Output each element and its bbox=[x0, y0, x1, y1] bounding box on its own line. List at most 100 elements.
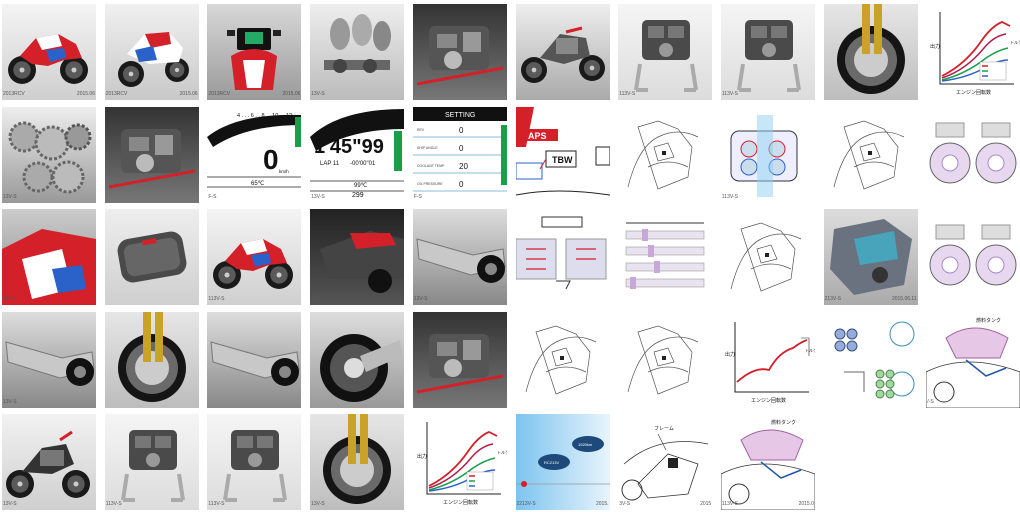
thumbnail-caption: 13V-S bbox=[414, 295, 506, 304]
thumbnail-blue-gradient[interactable]: 1920km RC213V 2213V-S 2015. bbox=[515, 414, 610, 510]
thumbnail-grid: 2013RCV 2015.06 2013RCV 2015.06 2013RCV 2015.… bbox=[0, 0, 1020, 512]
thumbnail-wheel-fork[interactable] bbox=[104, 311, 199, 408]
engine-rpm-label: エンジン回転数 bbox=[443, 499, 478, 506]
tank-label: 燃料タンク bbox=[976, 317, 1001, 324]
lap-time: 1'45"99 bbox=[314, 136, 384, 158]
blue-tag-2: RC213V bbox=[544, 460, 559, 465]
thumbnail-engine-blue[interactable]: 213V-S 2015.06.11 bbox=[823, 209, 918, 305]
caption-code: 13V-S bbox=[413, 296, 428, 302]
caption-date: 2015.06.11 bbox=[891, 296, 917, 302]
thumbnail-bike-side[interactable]: 2013RCV 2015.06 bbox=[2, 4, 96, 100]
thumbnail-bike-side[interactable]: 113V-S bbox=[207, 209, 302, 305]
thumbnail-image bbox=[515, 209, 610, 305]
thumbnail-swingarm[interactable]: 13V-S bbox=[2, 311, 96, 408]
thumbnail-image bbox=[618, 311, 713, 408]
thumbnail-line-sketch[interactable] bbox=[720, 209, 815, 305]
thumbnail-image bbox=[2, 4, 96, 100]
torque-label: トルク bbox=[1010, 39, 1020, 45]
thumbnail-bike-closeup[interactable]: 13V-S bbox=[2, 209, 96, 305]
thumbnail-image bbox=[823, 311, 918, 408]
thumbnail-bike-front3q[interactable]: 2013RCV 2015.06 bbox=[104, 4, 199, 100]
thumbnail-line-sketch[interactable] bbox=[515, 311, 610, 408]
thumbnail-engine-stand[interactable]: 113V-S bbox=[104, 414, 199, 510]
thumbnail-tank-diagram[interactable]: 燃料タンク 113V-S 2015.0 bbox=[720, 414, 815, 510]
frame-label: フレーム bbox=[654, 426, 674, 432]
thumbnail-clutch-diagram[interactable] bbox=[515, 209, 610, 305]
caption-date: 2015.06 bbox=[282, 91, 301, 97]
thumbnail-image bbox=[310, 414, 405, 510]
thumbnail-image bbox=[926, 106, 1020, 203]
thumbnail-caption: 113V-S 2015.0 bbox=[722, 500, 814, 509]
thumbnail-line-sketch[interactable] bbox=[618, 106, 713, 203]
thumbnail-caption: 13V-S bbox=[3, 500, 95, 509]
thumbnail-engine-stand[interactable]: 113V-S bbox=[618, 4, 713, 100]
thumbnail-bike-rear[interactable]: 2013RCV 2015.06 bbox=[207, 4, 302, 100]
caption-date: 2015.0 bbox=[798, 501, 814, 507]
thumbnail-image bbox=[618, 4, 713, 100]
thumbnail-gear-diagram[interactable] bbox=[926, 209, 1020, 305]
thumbnail-torque-chart[interactable]: エンジン回転数 出力 トルク bbox=[720, 311, 815, 408]
thumbnail-line-sketch[interactable] bbox=[823, 106, 918, 203]
thumbnail-gear-diagram[interactable] bbox=[926, 106, 1020, 203]
temp2-value: 99℃ bbox=[354, 183, 368, 189]
caption-code: 113V-S bbox=[105, 501, 122, 507]
thumbnail-engine-stand[interactable]: 113V-S bbox=[207, 414, 302, 510]
thumbnail-image bbox=[207, 414, 302, 510]
thumbnail-engine-dark[interactable] bbox=[412, 4, 507, 100]
thumbnail-image: 1920km RC213V bbox=[515, 414, 610, 510]
caption-code: 3V-S bbox=[619, 501, 631, 507]
thumbnail-swingarm[interactable] bbox=[207, 311, 302, 408]
thumbnail-image bbox=[104, 209, 199, 305]
thumbnail-caption: 2013RCV 2015.06 bbox=[3, 90, 95, 99]
thumbnail-image: エンジン回転数 出力 トルク bbox=[926, 4, 1020, 100]
thumbnail-engine-stand[interactable]: 113V-S bbox=[720, 4, 815, 100]
thumbnail-image bbox=[720, 106, 815, 203]
blue-tag-1: 1920km bbox=[578, 442, 593, 447]
thumbnail-circle-diagram[interactable] bbox=[823, 311, 918, 408]
thumbnail-engine-cut[interactable]: 13V-S bbox=[310, 4, 405, 100]
thumbnail-gear-table[interactable] bbox=[618, 209, 713, 305]
thumbnail-power-chart[interactable]: エンジン回転数 出力 トルク bbox=[412, 414, 507, 510]
engine-rpm-label: エンジン回転数 bbox=[751, 397, 786, 404]
thumbnail-engine-dark[interactable] bbox=[412, 311, 507, 408]
thumbnail-image bbox=[926, 209, 1020, 305]
thumbnail-dash-speed[interactable]: 4 . . . 6 . . 8 . . 10 . . 12 0 km/h 65℃… bbox=[207, 106, 302, 203]
tank-label: 燃料タンク bbox=[771, 419, 796, 426]
thumbnail-image bbox=[207, 4, 302, 100]
thumbnail-wheel-fork[interactable] bbox=[823, 4, 918, 100]
setting-row-value: 0 bbox=[459, 180, 464, 189]
caption-code: 13V-S bbox=[3, 193, 17, 200]
thumbnail-dash-lap[interactable]: 1'45"99 LAP 11 -00'00"01 99℃ 299 13V-S bbox=[310, 106, 405, 203]
thumbnail-bike-frame[interactable] bbox=[515, 4, 610, 100]
setting-title: SETTING bbox=[445, 112, 475, 119]
torque-label: トルク bbox=[805, 347, 815, 353]
thumbnail-image bbox=[104, 311, 199, 408]
thumbnail-line-sketch[interactable] bbox=[618, 311, 713, 408]
thumbnail-wheel-fork[interactable]: 13V-S bbox=[310, 414, 405, 510]
thumbnail-image bbox=[823, 209, 918, 305]
thumbnail-dash-setting[interactable]: SETTING REV 0 SHIP ANGLE 0 COOLANT TEMP 20 OIL … bbox=[412, 106, 507, 203]
thumbnail-swingarm[interactable]: 13V-S bbox=[412, 209, 507, 305]
thumbnail-image bbox=[515, 4, 610, 100]
thumbnail-power-chart[interactable]: エンジン回転数 出力 トルク bbox=[926, 4, 1020, 100]
thumbnail-key-fob[interactable] bbox=[104, 209, 199, 305]
caption-code: 113V-S bbox=[208, 296, 225, 302]
thumbnail-caption: 113V-S bbox=[619, 90, 711, 99]
thumbnail-frame-diagram[interactable]: フレーム 3V-S 2015 bbox=[618, 414, 713, 510]
thumbnail-caption: 13V-S bbox=[3, 295, 95, 304]
thumbnail-caption: 13V-S bbox=[311, 295, 403, 304]
thumbnail-gears[interactable]: 13V-S bbox=[2, 106, 96, 203]
thumbnail-tbw-diagram[interactable]: APS TBW bbox=[515, 106, 610, 203]
thumbnail-wheel-rear[interactable] bbox=[310, 311, 405, 408]
thumbnail-image bbox=[515, 311, 610, 408]
thumbnail-bike-naked[interactable]: 13V-S bbox=[2, 414, 96, 510]
thumbnail-tank-diagram[interactable]: 燃料タンク /-S bbox=[926, 311, 1020, 408]
thumbnail-image: 4 . . . 6 . . 8 . . 10 . . 12 0 km/h 65℃ bbox=[207, 106, 302, 203]
caption-code: 2013RCV bbox=[105, 91, 128, 97]
thumbnail-image bbox=[618, 209, 713, 305]
thumbnail-intake-diagram[interactable]: 113V-S bbox=[720, 106, 815, 203]
thumbnail-image: 燃料タンク bbox=[926, 311, 1020, 408]
setting-row-value: 20 bbox=[459, 162, 468, 171]
thumbnail-engine-dark[interactable] bbox=[104, 106, 199, 203]
thumbnail-bike-dark[interactable]: 13V-S bbox=[310, 209, 405, 305]
